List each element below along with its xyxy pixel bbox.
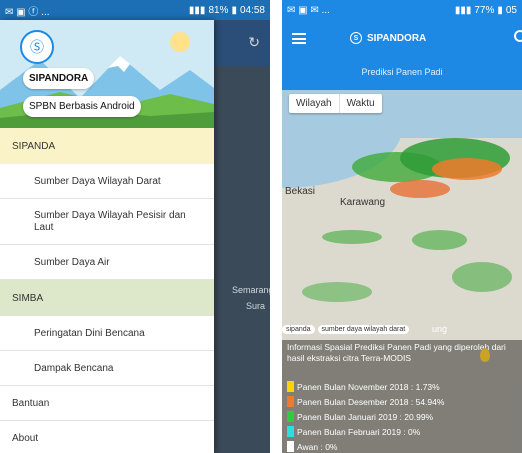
legend-label: Panen Bulan Desember 2018 : 54.94%	[297, 396, 445, 407]
drawer-app-subtitle: SPBN Berbasis Android	[23, 96, 141, 117]
menu-item-air[interactable]: Sumber Daya Air	[0, 245, 214, 280]
segment-waktu[interactable]: Waktu	[340, 94, 382, 113]
tag-chip[interactable]: sumber daya wilayah darat	[317, 325, 410, 334]
status-bar: ✉ ▣ ✉ ... ▮▮▮ 77% ▮ 05	[282, 0, 522, 20]
map-field-cluster	[412, 230, 467, 250]
legend-swatch	[287, 426, 294, 437]
page-title: Prediksi Panen Padi	[361, 67, 443, 77]
battery-icon: ▮	[497, 4, 503, 16]
menu-item-about[interactable]: About	[0, 421, 214, 453]
right-phone-screen: ✉ ▣ ✉ ... ▮▮▮ 77% ▮ 05 S SIPANDORA Predi…	[282, 0, 522, 453]
legend-label: Awan : 0%	[297, 441, 338, 452]
legend-row: Panen Bulan Desember 2018 : 54.94%	[287, 394, 517, 409]
map-field-cluster	[452, 262, 512, 292]
menu-item-peringatan-dini[interactable]: Peringatan Dini Bencana	[0, 316, 214, 351]
legend-row: Panen Bulan Januari 2019 : 20.99%	[287, 409, 517, 424]
clock: 04:58	[239, 4, 265, 16]
legend-label: Panen Bulan Februari 2019 : 0%	[297, 426, 421, 437]
legend-swatch	[287, 381, 294, 392]
menu-item-bantuan[interactable]: Bantuan	[0, 386, 214, 421]
app-logo: Ⓢ	[20, 30, 54, 64]
legend-swatch	[287, 396, 294, 407]
map-label-semarang: Semarang	[232, 285, 270, 295]
section-header-simba[interactable]: SIMBA	[0, 280, 214, 316]
legend-label: Panen Bulan Januari 2019 : 20.99%	[297, 411, 434, 422]
place-trailing-text: ung	[432, 324, 448, 334]
map-field-cluster	[390, 180, 450, 198]
notification-icons: ✉ ▣ ✉ ...	[287, 4, 330, 16]
app-title-text: SIPANDORA	[367, 32, 427, 44]
legend-row: Awan : 0%	[287, 439, 517, 453]
menu-icon[interactable]	[292, 33, 306, 44]
legend: Panen Bulan November 2018 : 1.73% Panen …	[287, 379, 517, 453]
segment-wilayah[interactable]: Wilayah	[289, 94, 340, 113]
rice-harvest-map[interactable]: Wilayah Waktu Bekasi Karawang Informasi …	[282, 90, 522, 453]
app-title: S SIPANDORA	[350, 32, 426, 44]
menu-item-dampak-bencana[interactable]: Dampak Bencana	[0, 351, 214, 386]
tag-chip[interactable]: sipanda	[282, 325, 315, 334]
location-pin-icon[interactable]	[480, 348, 490, 362]
map-label-sura: Sura	[246, 301, 266, 311]
filter-segmented-control: Wilayah Waktu	[289, 94, 382, 113]
app-logo-icon: S	[350, 32, 362, 44]
clock: 05	[505, 4, 517, 16]
battery-icon: ▮	[231, 4, 237, 16]
battery-level: 77%	[474, 4, 495, 16]
legend-row: Panen Bulan Februari 2019 : 0%	[287, 424, 517, 439]
section-header-sipanda[interactable]: SIPANDA	[0, 128, 214, 164]
menu-item-darat[interactable]: Sumber Daya Wilayah Darat	[0, 164, 214, 199]
signal-icon: ▮▮▮	[454, 4, 472, 16]
search-icon[interactable]	[514, 30, 522, 42]
tag-chips: sipanda sumber daya wilayah darat	[282, 325, 410, 334]
battery-level: 81%	[208, 4, 229, 16]
map-field-cluster	[302, 282, 372, 302]
notification-icons: ✉ ▣ ⓕ ...	[5, 6, 50, 18]
navigation-drawer: Ⓢ SIPANDORA SPBN Berbasis Android SIPAND…	[0, 20, 214, 453]
legend-swatch	[287, 411, 294, 422]
signal-icon: ▮▮▮	[188, 4, 206, 16]
status-bar: ✉ ▣ ⓕ ... ▮▮▮ 81% ▮ 04:58	[0, 0, 270, 20]
drawer-app-name: SIPANDORA	[23, 68, 95, 89]
legend-swatch	[287, 441, 294, 452]
place-bekasi: Bekasi	[285, 186, 316, 197]
menu-item-pesisir-laut[interactable]: Sumber Daya Wilayah Pesisir dan Laut	[0, 199, 214, 245]
place-karawang: Karawang	[340, 197, 386, 208]
app-bar: S SIPANDORA Prediksi Panen Padi	[282, 20, 522, 90]
map-field-cluster	[322, 230, 382, 244]
left-phone-screen: ✉ ▣ ⓕ ... ▮▮▮ 81% ▮ 04:58 ↻ Semarang Sur…	[0, 0, 270, 453]
map-field-cluster	[432, 158, 502, 180]
drawer-header: Ⓢ SIPANDORA SPBN Berbasis Android	[0, 20, 214, 128]
legend-row: Panen Bulan November 2018 : 1.73%	[287, 379, 517, 394]
legend-label: Panen Bulan November 2018 : 1.73%	[297, 381, 440, 392]
reload-icon[interactable]: ↻	[248, 34, 260, 51]
